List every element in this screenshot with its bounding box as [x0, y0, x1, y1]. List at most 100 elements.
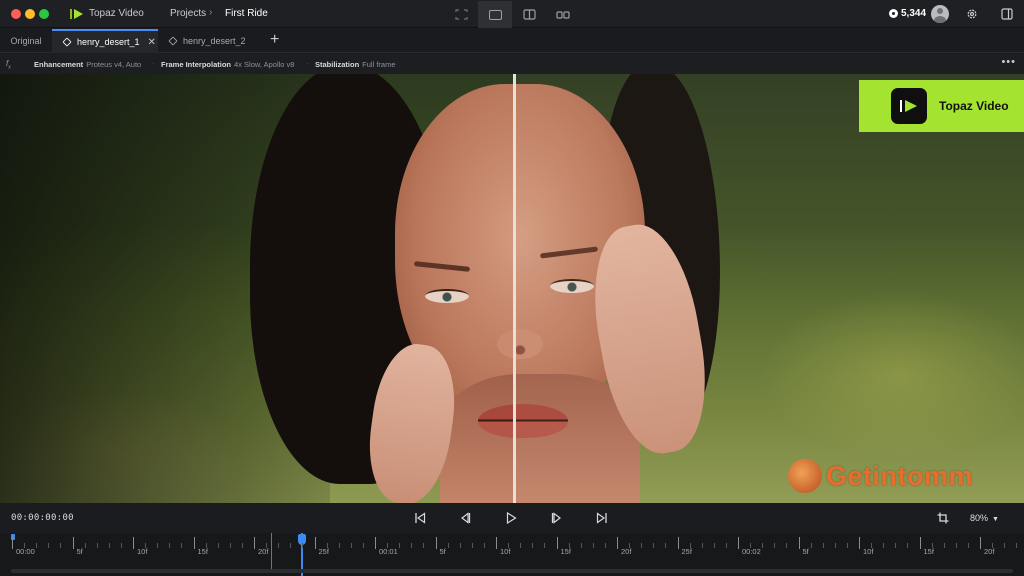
timeline-minor-tick: [955, 543, 957, 548]
timeline-minor-tick: [60, 543, 62, 548]
timeline-label: 25f: [681, 547, 692, 556]
play-button[interactable]: [503, 510, 519, 526]
sidebar-toggle-icon: [1001, 8, 1013, 20]
close-window-button[interactable]: [11, 9, 21, 19]
cube-icon: [168, 36, 178, 46]
skip-start-icon: [415, 512, 426, 524]
timeline-minor-tick: [326, 543, 328, 548]
setting-key: Frame Interpolation: [161, 60, 232, 69]
timeline-minor-tick: [459, 543, 461, 548]
timeline-label: 5f: [802, 547, 809, 556]
timeline-minor-tick: [483, 543, 485, 548]
setting-frame-interpolation[interactable]: Frame Interpolation 4x Slow, Apollo v8: [161, 60, 294, 69]
comparison-split-handle[interactable]: [513, 74, 516, 503]
breadcrumb-projects[interactable]: Projects: [170, 8, 206, 19]
step-forward-icon: [551, 512, 561, 524]
video-preview[interactable]: Topaz Video Getintomm: [0, 74, 1024, 503]
credits-value: 5,344: [901, 8, 927, 19]
timeline-minor-tick: [810, 543, 812, 548]
zoom-select[interactable]: 80% ▼: [970, 513, 999, 523]
setting-key: Stabilization: [315, 60, 360, 69]
crop-button[interactable]: [935, 510, 951, 526]
timeline-label: 10f: [500, 547, 511, 556]
timeline-minor-tick: [36, 543, 38, 548]
view-side-by-side-button[interactable]: [546, 1, 580, 28]
timeline-label: 00:02: [742, 547, 761, 556]
skip-start-button[interactable]: [412, 510, 428, 526]
timeline-minor-tick: [895, 543, 897, 548]
step-back-button[interactable]: [457, 510, 473, 526]
timeline-major-tick: [859, 537, 860, 549]
add-tab-button[interactable]: +: [270, 31, 279, 49]
single-view-icon: [488, 9, 502, 20]
topaz-logo-icon: [70, 9, 83, 19]
timeline-minor-tick: [387, 543, 389, 548]
timeline-minor-tick: [604, 543, 606, 548]
timeline-scrollbar[interactable]: [11, 569, 1013, 573]
tab-label: henry_desert_2: [183, 36, 246, 46]
tab-label: henry_desert_1: [77, 37, 140, 47]
timeline-minor-tick: [943, 543, 945, 548]
timeline-major-tick: [919, 537, 921, 549]
timeline-minor-tick: [846, 543, 848, 548]
timeline-label: 20f: [258, 547, 269, 556]
maximize-window-button[interactable]: [39, 9, 49, 19]
breadcrumb-separator-icon: ›: [209, 7, 213, 18]
timeline-major-tick: [496, 537, 497, 549]
settings-button[interactable]: [964, 6, 980, 22]
side-by-side-icon: [556, 10, 570, 19]
timeline-minor-tick: [169, 543, 171, 548]
tab-henry-desert-2[interactable]: henry_desert_2: [158, 29, 258, 53]
watermark: Getintomm: [788, 459, 973, 493]
step-forward-button[interactable]: [549, 510, 565, 526]
timeline-minor-tick: [592, 543, 594, 548]
timeline-label: 5f: [439, 547, 446, 556]
timeline-major-tick: [738, 537, 739, 549]
timeline-minor-tick: [871, 543, 873, 548]
timeline-minor-tick: [653, 543, 655, 548]
timeline-minor-tick: [290, 543, 292, 548]
more-options-icon[interactable]: •••: [1001, 56, 1016, 68]
view-fullscreen-button[interactable]: [444, 1, 478, 28]
timeline-minor-tick: [48, 543, 50, 548]
timeline-minor-tick: [750, 543, 752, 548]
topaz-logo-icon: [891, 88, 927, 124]
effects-icon[interactable]: fx: [6, 59, 11, 71]
setting-value: 4x Slow, Apollo v8: [234, 60, 295, 69]
timeline-minor-tick: [822, 543, 824, 548]
credits-counter[interactable]: 5,344: [889, 8, 926, 19]
settings-strip: fx Enhancement Proteus v4, Auto · Frame I…: [0, 54, 1024, 74]
timeline-major-tick: [72, 537, 74, 549]
timeline-minor-tick: [580, 543, 582, 548]
tab-original[interactable]: Original: [0, 29, 52, 53]
timeline-label: 10f: [137, 547, 148, 556]
timeline-minor-tick: [24, 543, 26, 548]
timeline-minor-tick: [399, 543, 401, 548]
timeline-minor-tick: [762, 543, 764, 548]
setting-enhancement[interactable]: Enhancement Proteus v4, Auto: [34, 60, 141, 69]
timeline[interactable]: 00:00 5f 10f 15f 20f 25f 00:01 5f 10f 15f 20f 25f 00…: [0, 533, 1024, 576]
sidebar-toggle-button[interactable]: [999, 6, 1015, 22]
timeline-minor-tick: [108, 543, 110, 548]
setting-stabilization[interactable]: Stabilization Full frame: [315, 60, 396, 69]
timeline-label: 20f: [621, 547, 632, 556]
promo-badge: Topaz Video: [859, 80, 1024, 132]
timeline-label: 10f: [863, 547, 874, 556]
view-split-button[interactable]: [512, 1, 546, 28]
timeline-minor-tick: [471, 543, 473, 548]
timeline-label: 20f: [984, 547, 995, 556]
timeline-minor-tick: [665, 543, 667, 548]
skip-end-button[interactable]: [594, 510, 610, 526]
minimize-window-button[interactable]: [25, 9, 35, 19]
fullscreen-icon: [454, 9, 468, 20]
timeline-major-tick: [375, 537, 376, 549]
view-single-button[interactable]: [478, 1, 512, 28]
breadcrumb-project-name[interactable]: First Ride: [225, 8, 268, 19]
timecode: 00:00:00:00: [11, 513, 74, 523]
tab-henry-desert-1[interactable]: henry_desert_1 ✕: [52, 29, 158, 53]
timeline-minor-tick: [266, 543, 268, 548]
timeline-minor-tick: [568, 543, 570, 548]
avatar[interactable]: [931, 5, 949, 23]
timeline-label: 15f: [197, 547, 208, 556]
close-tab-icon[interactable]: ✕: [148, 37, 156, 48]
